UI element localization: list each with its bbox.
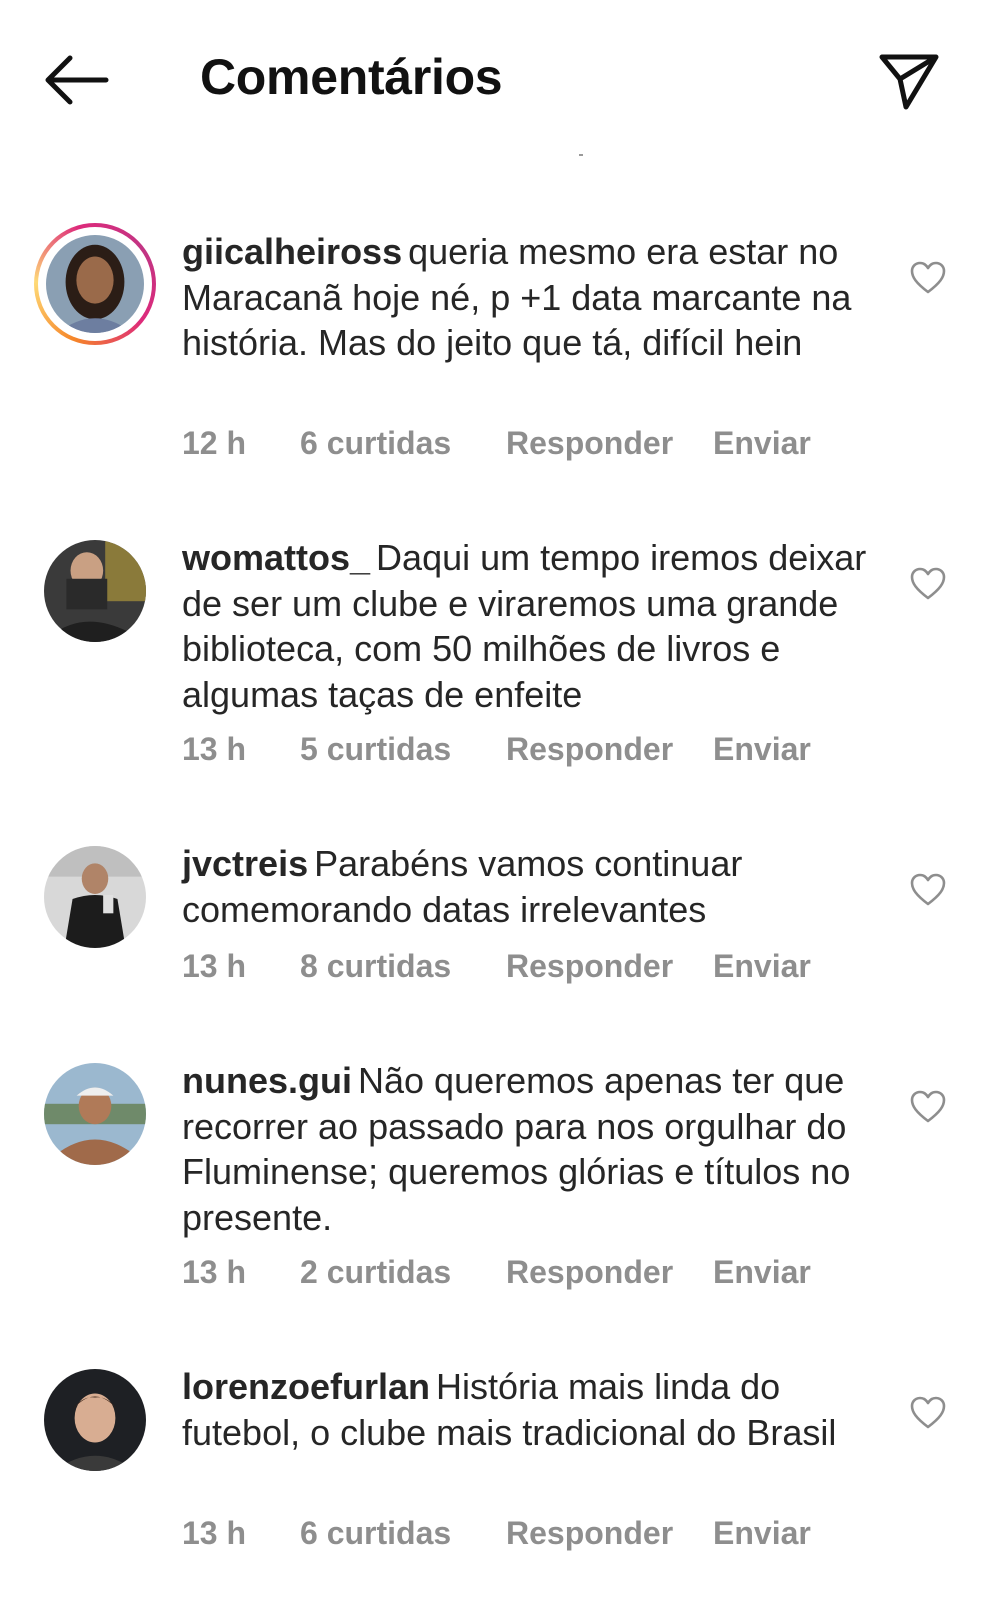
comment-time: 12 h: [182, 425, 247, 461]
like-button[interactable]: [906, 256, 950, 300]
page-title: Comentários: [200, 49, 503, 105]
send-button[interactable]: Enviar: [713, 948, 811, 985]
heart-icon: [910, 567, 946, 600]
reply-button[interactable]: Responder: [506, 948, 673, 985]
paper-plane-icon: [879, 54, 939, 110]
send-button[interactable]: Enviar: [713, 1254, 811, 1291]
reply-button[interactable]: Responder: [506, 425, 673, 462]
arrow-left-icon: [45, 55, 109, 105]
avatar: [44, 846, 146, 948]
comment-text: lorenzoefurlan História mais linda do fut…: [182, 1364, 882, 1455]
likes-count[interactable]: 6 curtidas: [300, 1515, 451, 1552]
reply-button[interactable]: Responder: [506, 1254, 673, 1291]
divider-dot: [579, 154, 583, 156]
comment-time: 13 h: [182, 731, 247, 767]
comment-time: 13 h: [182, 1515, 247, 1551]
avatar: [44, 540, 146, 642]
avatar-wrap[interactable]: [44, 540, 146, 642]
header-bar: Comentários: [0, 0, 999, 150]
comment-time: 13 h: [182, 948, 247, 984]
send-button[interactable]: Enviar: [713, 731, 811, 768]
heart-icon: [910, 1090, 946, 1123]
send-button[interactable]: Enviar: [713, 425, 811, 462]
comment-username[interactable]: giicalheiross: [182, 231, 402, 272]
share-button[interactable]: [876, 48, 942, 114]
reply-button[interactable]: Responder: [506, 731, 673, 768]
avatar: [44, 1369, 146, 1471]
avatar-wrap[interactable]: [44, 846, 146, 948]
comment-text: nunes.gui Não queremos apenas ter que rec…: [182, 1058, 882, 1240]
likes-count[interactable]: 6 curtidas: [300, 425, 451, 462]
back-button[interactable]: [40, 50, 112, 110]
comment-username[interactable]: nunes.gui: [182, 1060, 352, 1101]
avatar: [46, 235, 144, 333]
avatar: [44, 1063, 146, 1165]
heart-icon: [910, 873, 946, 906]
avatar-story-ring[interactable]: [34, 223, 156, 345]
reply-button[interactable]: Responder: [506, 1515, 673, 1552]
comment-time: 13 h: [182, 1254, 247, 1290]
like-button[interactable]: [906, 1085, 950, 1129]
likes-count[interactable]: 8 curtidas: [300, 948, 451, 985]
avatar-wrap[interactable]: [44, 1369, 146, 1471]
avatar-wrap[interactable]: [44, 1063, 146, 1165]
comment-username[interactable]: womattos_: [182, 537, 370, 578]
comment-text: jvctreis Parabéns vamos continuar comemor…: [182, 841, 882, 932]
send-button[interactable]: Enviar: [713, 1515, 811, 1552]
heart-icon: [910, 261, 946, 294]
like-button[interactable]: [906, 562, 950, 606]
comment-username[interactable]: lorenzoefurlan: [182, 1366, 430, 1407]
like-button[interactable]: [906, 868, 950, 912]
comment-text: womattos_ Daqui um tempo iremos deixar de…: [182, 535, 882, 717]
likes-count[interactable]: 2 curtidas: [300, 1254, 451, 1291]
likes-count[interactable]: 5 curtidas: [300, 731, 451, 768]
heart-icon: [910, 1396, 946, 1429]
comment-username[interactable]: jvctreis: [182, 843, 308, 884]
comment-text: giicalheiross queria mesmo era estar no M…: [182, 229, 882, 366]
like-button[interactable]: [906, 1391, 950, 1435]
